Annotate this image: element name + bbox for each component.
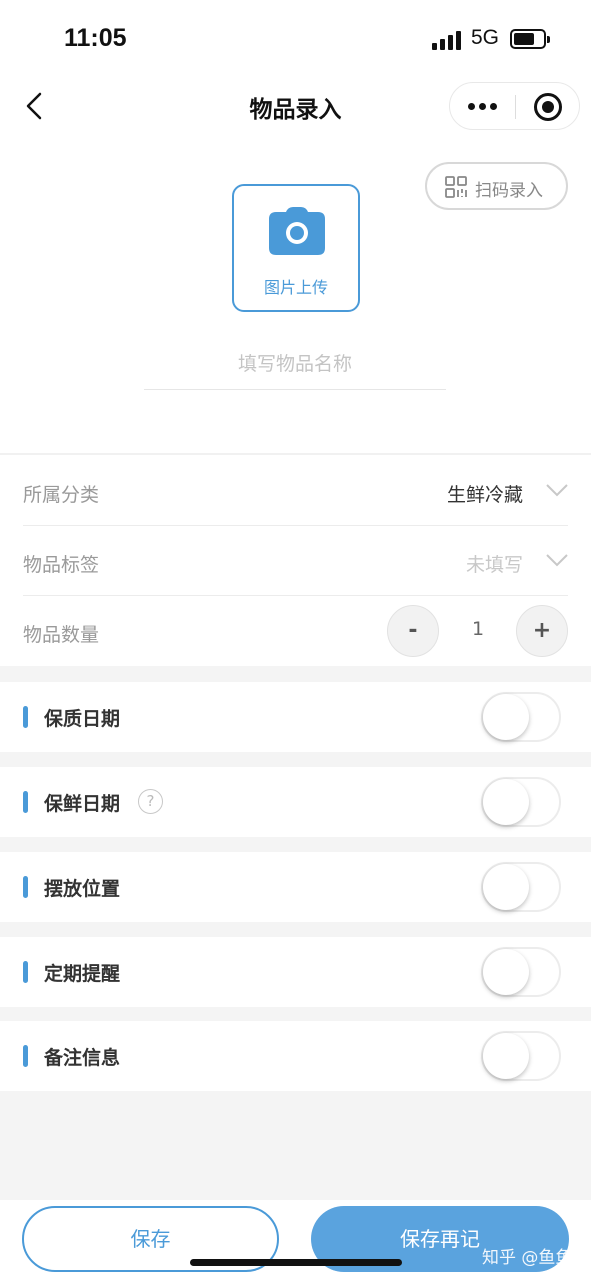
shelf-life-label: 保质日期 <box>44 708 121 730</box>
section-marker <box>23 1045 28 1067</box>
item-name-input[interactable] <box>144 338 446 390</box>
nav-bar: 物品录入 <box>0 80 591 132</box>
freshness-label: 保鲜日期 <box>44 793 121 815</box>
mini-program-capsule <box>449 82 580 130</box>
section-gap <box>0 1007 591 1022</box>
tags-label: 物品标签 <box>23 554 100 576</box>
section-gap <box>0 752 591 767</box>
image-upload-label: 图片上传 <box>263 278 328 297</box>
toggle-row-freshness: 保鲜日期 ? <box>0 767 591 837</box>
toggle-row-location: 摆放位置 <box>0 852 591 922</box>
reminder-toggle[interactable] <box>481 947 561 997</box>
image-upload-button[interactable]: 图片上传 <box>232 184 360 312</box>
notes-label: 备注信息 <box>44 1047 121 1069</box>
more-icon[interactable] <box>468 103 498 111</box>
section-gap <box>0 837 591 852</box>
shelf-life-toggle[interactable] <box>481 692 561 742</box>
toggle-row-notes: 备注信息 <box>0 1021 591 1091</box>
tags-row[interactable]: 物品标签 未填写 <box>0 526 591 596</box>
quantity-row: 物品数量 - 1 + <box>0 596 591 666</box>
reminder-label: 定期提醒 <box>44 963 121 985</box>
toggle-row-shelf-life: 保质日期 <box>0 682 591 752</box>
freshness-toggle[interactable] <box>481 777 561 827</box>
section-marker <box>23 791 28 813</box>
network-type: 5G <box>471 26 500 49</box>
category-label: 所属分类 <box>23 484 100 506</box>
home-indicator <box>190 1259 402 1266</box>
location-toggle[interactable] <box>481 862 561 912</box>
chevron-down-icon <box>545 482 569 498</box>
category-row[interactable]: 所属分类 生鲜冷藏 <box>0 456 591 526</box>
location-label: 摆放位置 <box>44 878 121 900</box>
tags-value: 未填写 <box>465 554 523 576</box>
bottom-spacer <box>0 1091 591 1200</box>
quantity-increase-button[interactable]: + <box>516 605 568 657</box>
qr-code-icon <box>445 176 467 198</box>
section-marker <box>23 706 28 728</box>
toggle-row-reminder: 定期提醒 <box>0 937 591 1007</box>
status-bar: 11:05 5G <box>0 0 591 80</box>
battery-icon <box>510 29 550 49</box>
quantity-decrease-button[interactable]: - <box>387 605 439 657</box>
quantity-value: 1 <box>471 618 485 640</box>
section-gap <box>0 666 591 682</box>
signal-icon <box>432 30 464 50</box>
help-icon[interactable]: ? <box>138 789 163 814</box>
scan-entry-label: 扫码录入 <box>475 181 543 201</box>
close-target-icon[interactable] <box>534 93 562 121</box>
chevron-down-icon <box>545 552 569 568</box>
section-divider <box>0 453 591 455</box>
section-marker <box>23 876 28 898</box>
section-gap <box>0 922 591 937</box>
category-value: 生鲜冷藏 <box>446 484 523 506</box>
camera-icon <box>268 206 326 256</box>
capsule-divider <box>515 95 516 119</box>
quantity-label: 物品数量 <box>23 624 100 646</box>
watermark: 知乎 @鱼鱼 <box>482 1248 573 1268</box>
status-time: 11:05 <box>64 24 127 52</box>
notes-toggle[interactable] <box>481 1031 561 1081</box>
section-marker <box>23 961 28 983</box>
scan-entry-button[interactable]: 扫码录入 <box>425 162 568 210</box>
